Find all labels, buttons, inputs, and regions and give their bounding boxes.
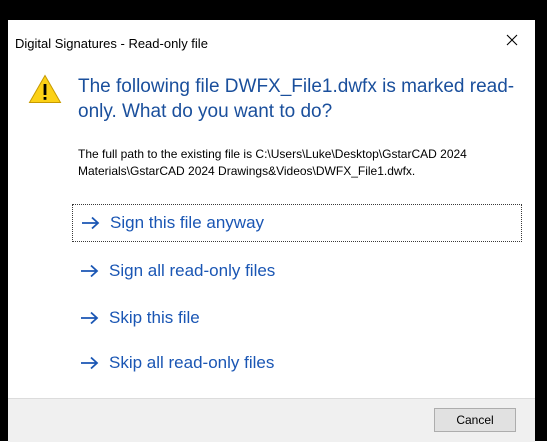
arrow-right-icon xyxy=(82,216,100,230)
cancel-button[interactable]: Cancel xyxy=(434,408,516,432)
skip-all-readonly-link[interactable]: Skip all read-only files xyxy=(72,344,522,382)
dialog-window: Digital Signatures - Read-only file The … xyxy=(8,20,535,442)
option-label: Skip all read-only files xyxy=(109,353,275,372)
title-bar[interactable]: Digital Signatures - Read-only file xyxy=(8,20,535,64)
dialog-footer: Cancel xyxy=(8,398,535,442)
warning-icon xyxy=(28,74,62,103)
option-label: Sign all read-only files xyxy=(109,261,276,280)
arrow-right-icon xyxy=(81,356,99,370)
skip-this-file-link[interactable]: Skip this file xyxy=(72,299,522,337)
main-instruction: The following file DWFX_File1.dwfx is ma… xyxy=(78,76,515,122)
sign-all-readonly-link[interactable]: Sign all read-only files xyxy=(72,252,522,290)
close-icon xyxy=(506,34,518,46)
sign-this-file-link[interactable]: Sign this file anyway xyxy=(72,204,522,242)
arrow-right-icon xyxy=(81,264,99,278)
option-label: Sign this file anyway xyxy=(110,213,265,232)
screen-background: Digital Signatures - Read-only file The … xyxy=(0,0,547,442)
file-path-text: The full path to the existing file is C:… xyxy=(78,147,467,178)
window-title: Digital Signatures - Read-only file xyxy=(15,36,208,51)
option-label: Skip this file xyxy=(109,308,200,327)
arrow-right-icon xyxy=(81,311,99,325)
close-button[interactable] xyxy=(489,20,535,60)
